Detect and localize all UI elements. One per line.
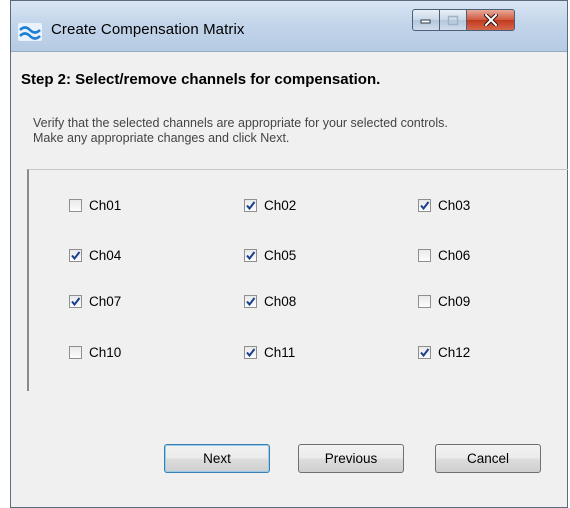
- description-line-1: Verify that the selected channels are ap…: [33, 116, 448, 130]
- channel-checkbox-ch04[interactable]: Ch04: [69, 246, 121, 264]
- dialog-window: Create Compensation Matrix Step 2: Selec…: [10, 0, 568, 508]
- channel-checkbox-ch05[interactable]: Ch05: [244, 246, 296, 264]
- checkmark-icon: [420, 347, 430, 357]
- checkbox-box[interactable]: [418, 294, 431, 308]
- checkmark-icon: [420, 200, 430, 210]
- previous-button[interactable]: Previous: [298, 444, 404, 473]
- channel-panel: Ch01 Ch02 Ch03 Ch04 Ch05 Ch06 Ch07 Ch08 …: [27, 169, 568, 391]
- channel-label: Ch01: [89, 197, 122, 213]
- checkbox-box[interactable]: [69, 345, 82, 359]
- minimize-icon: [420, 19, 431, 24]
- channel-checkbox-ch08[interactable]: Ch08: [244, 292, 296, 310]
- checkmark-icon: [246, 250, 256, 260]
- channel-checkbox-ch12[interactable]: Ch12: [418, 343, 470, 361]
- channel-checkbox-ch01[interactable]: Ch01: [69, 196, 121, 214]
- channel-checkbox-ch10[interactable]: Ch10: [69, 343, 121, 361]
- channel-label: Ch02: [264, 197, 297, 213]
- checkbox-box[interactable]: [418, 198, 431, 212]
- checkmark-icon: [71, 250, 81, 260]
- cancel-button[interactable]: Cancel: [435, 444, 541, 473]
- maximize-icon: [447, 15, 459, 25]
- channel-checkbox-ch02[interactable]: Ch02: [244, 196, 296, 214]
- channel-checkbox-ch06[interactable]: Ch06: [418, 246, 470, 264]
- checkbox-box[interactable]: [418, 345, 431, 359]
- channel-label: Ch06: [438, 247, 471, 263]
- channel-label: Ch12: [438, 344, 471, 360]
- close-icon: [483, 14, 498, 26]
- close-button[interactable]: [467, 9, 515, 31]
- channel-label: Ch11: [264, 344, 296, 360]
- channel-label: Ch07: [89, 293, 122, 309]
- step-title: Step 2: Select/remove channels for compe…: [21, 71, 381, 88]
- window-title: Create Compensation Matrix: [51, 21, 245, 38]
- checkbox-box[interactable]: [244, 248, 257, 262]
- step-description: Verify that the selected channels are ap…: [33, 116, 448, 146]
- checkmark-icon: [246, 200, 256, 210]
- channel-checkbox-ch09[interactable]: Ch09: [418, 292, 470, 310]
- checkbox-box[interactable]: [69, 248, 82, 262]
- maximize-button[interactable]: [440, 9, 467, 31]
- checkbox-box[interactable]: [244, 345, 257, 359]
- checkbox-box[interactable]: [418, 248, 431, 262]
- channel-label: Ch08: [264, 293, 297, 309]
- next-button[interactable]: Next: [164, 444, 270, 473]
- channel-checkbox-ch11[interactable]: Ch11: [244, 343, 295, 361]
- checkmark-icon: [246, 296, 256, 306]
- channel-label: Ch09: [438, 293, 471, 309]
- checkbox-box[interactable]: [69, 294, 82, 308]
- minimize-button[interactable]: [412, 9, 440, 31]
- checkbox-box[interactable]: [244, 294, 257, 308]
- checkbox-box[interactable]: [69, 198, 82, 212]
- checkbox-box[interactable]: [244, 198, 257, 212]
- channel-checkbox-ch07[interactable]: Ch07: [69, 292, 121, 310]
- checkmark-icon: [71, 296, 81, 306]
- channel-label: Ch04: [89, 247, 122, 263]
- channel-label: Ch05: [264, 247, 297, 263]
- checkmark-icon: [246, 347, 256, 357]
- description-line-2: Make any appropriate changes and click N…: [33, 131, 290, 145]
- wave-app-icon: [18, 23, 42, 41]
- channel-label: Ch03: [438, 197, 471, 213]
- channel-label: Ch10: [89, 344, 122, 360]
- title-bar[interactable]: Create Compensation Matrix: [11, 1, 567, 52]
- channel-checkbox-ch03[interactable]: Ch03: [418, 196, 470, 214]
